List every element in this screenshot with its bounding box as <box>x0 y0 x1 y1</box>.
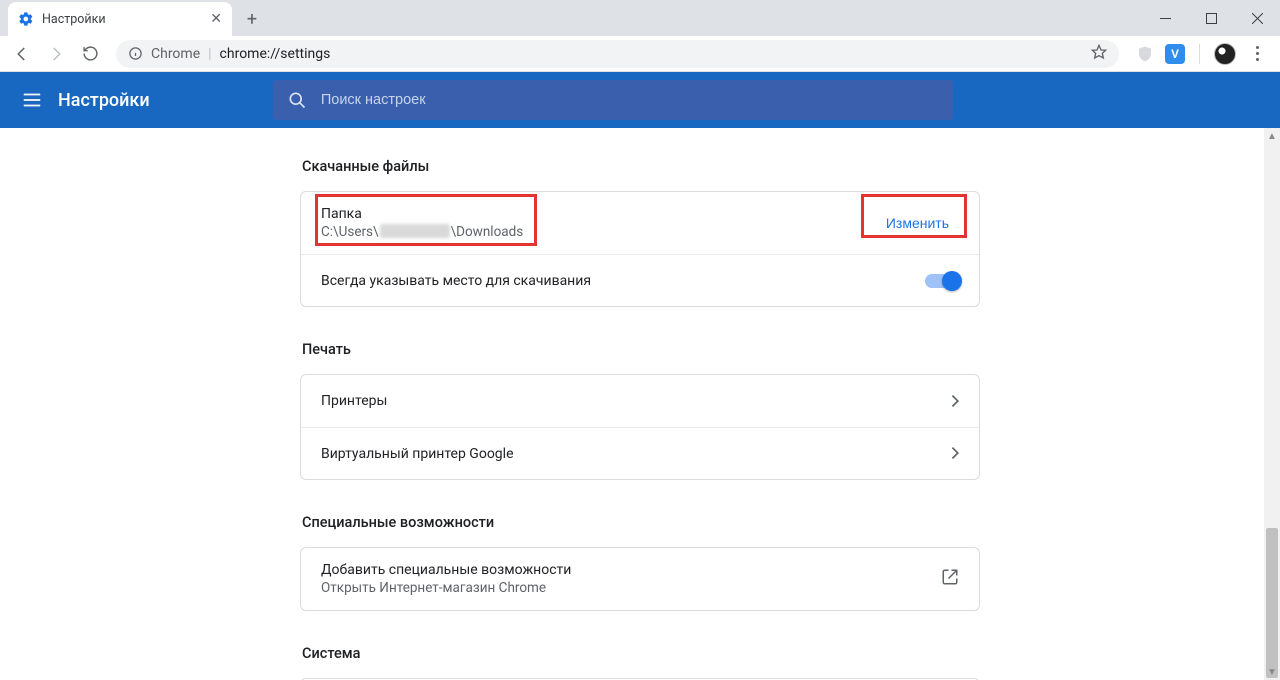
section-downloads-title: Скачанные файлы <box>302 158 980 175</box>
extension-icons: V <box>1131 43 1272 65</box>
browser-toolbar: Chrome | chrome://settings V <box>0 36 1280 72</box>
scroll-down-arrow[interactable]: ▼ <box>1264 664 1280 680</box>
a11y-card: Добавить специальные возможности Открыть… <box>300 547 980 611</box>
downloads-folder-path: C:\Users\\Downloads <box>321 224 523 240</box>
toolbar-divider <box>1199 44 1200 64</box>
reload-button[interactable] <box>76 40 104 68</box>
downloads-ask-where-toggle[interactable] <box>925 274 959 288</box>
menu-button[interactable] <box>12 80 52 120</box>
tab-title: Настройки <box>42 12 202 27</box>
printers-row[interactable]: Принтеры <box>301 375 979 427</box>
chevron-right-icon <box>951 392 959 411</box>
window-maximize-button[interactable] <box>1188 0 1234 36</box>
bookmark-star-icon[interactable] <box>1091 44 1107 64</box>
downloads-folder-label: Папка <box>321 206 523 222</box>
redacted-username <box>380 224 450 238</box>
address-bar[interactable]: Chrome | chrome://settings <box>116 40 1119 68</box>
back-button[interactable] <box>8 40 36 68</box>
downloads-card: Папка C:\Users\\Downloads Изменить Всегд… <box>300 191 980 307</box>
change-download-location-button[interactable]: Изменить <box>876 209 959 237</box>
window-controls <box>1142 0 1280 36</box>
downloads-ask-where-label: Всегда указывать место для скачивания <box>321 273 591 289</box>
close-tab-icon[interactable]: ✕ <box>210 11 222 27</box>
window-close-button[interactable] <box>1234 0 1280 36</box>
printing-card: Принтеры Виртуальный принтер Google <box>300 374 980 480</box>
downloads-ask-where-row: Всегда указывать место для скачивания <box>301 254 979 306</box>
settings-header: Настройки <box>0 72 1280 128</box>
vertical-scrollbar[interactable]: ▲ ▼ <box>1264 128 1280 680</box>
browser-menu-button[interactable] <box>1246 46 1268 61</box>
page-title: Настройки <box>58 90 150 111</box>
settings-content: Скачанные файлы Папка C:\Users\\Download… <box>0 128 1280 680</box>
section-printing-title: Печать <box>302 341 980 358</box>
open-external-icon <box>941 568 959 590</box>
scroll-up-arrow[interactable]: ▲ <box>1264 128 1280 144</box>
section-system-title: Система <box>302 645 980 662</box>
omnibox-origin: Chrome <box>151 46 200 62</box>
window-minimize-button[interactable] <box>1142 0 1188 36</box>
browser-tabstrip: Настройки ✕ + <box>0 0 1280 36</box>
settings-search[interactable] <box>273 80 953 120</box>
chevron-right-icon <box>951 444 959 463</box>
section-a11y-title: Специальные возможности <box>302 514 980 531</box>
new-tab-button[interactable]: + <box>238 5 266 33</box>
extension-v-icon[interactable]: V <box>1165 44 1185 64</box>
shield-icon[interactable] <box>1135 44 1155 64</box>
omnibox-path: chrome://settings <box>220 46 331 62</box>
profile-avatar[interactable] <box>1214 43 1236 65</box>
omnibox-separator: | <box>208 46 211 62</box>
gear-icon <box>18 11 34 27</box>
downloads-location-row: Папка C:\Users\\Downloads Изменить <box>301 192 979 254</box>
site-info-icon[interactable] <box>128 46 143 61</box>
browser-tab-active[interactable]: Настройки ✕ <box>8 2 232 36</box>
scrollbar-thumb[interactable] <box>1266 528 1278 678</box>
forward-button[interactable] <box>42 40 70 68</box>
search-icon <box>287 90 307 110</box>
cloud-print-row[interactable]: Виртуальный принтер Google <box>301 427 979 479</box>
settings-search-input[interactable] <box>321 92 939 108</box>
add-a11y-row[interactable]: Добавить специальные возможности Открыть… <box>301 548 979 610</box>
